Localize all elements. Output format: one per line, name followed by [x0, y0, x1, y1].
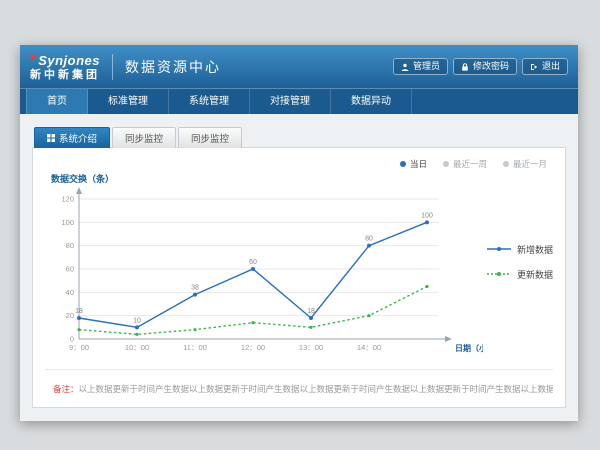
svg-text:120: 120 [61, 195, 74, 204]
nav-item-home[interactable]: 首页 [26, 89, 88, 114]
line-chart: 0204060801001209：0010：0011：0012：0013：001… [45, 185, 483, 365]
new-data-label: 新增数据 [517, 243, 553, 256]
svg-text:18: 18 [307, 308, 315, 315]
svg-text:100: 100 [61, 218, 74, 227]
series-legend: 新增数据 更新数据 [487, 243, 553, 281]
legend-filter-month-label: 最近一月 [513, 158, 547, 170]
svg-text:60: 60 [66, 265, 74, 274]
svg-text:日期（小时）: 日期（小时） [455, 343, 483, 353]
tab-sync-monitor-1-label: 同步监控 [125, 131, 163, 145]
tab-bar: 系统介绍 同步监控 同步监控 [34, 127, 566, 148]
nav-item-integration-management[interactable]: 对接管理 [250, 89, 331, 114]
svg-text:18: 18 [75, 308, 83, 315]
svg-text:38: 38 [191, 285, 199, 292]
tab-sync-monitor-1[interactable]: 同步监控 [112, 127, 176, 148]
legend-dot-month [503, 161, 509, 167]
app-title: 数据资源中心 [125, 57, 221, 77]
content-area: 系统介绍 同步监控 同步监控 当日 最近一周 最近一月 数据交换（条） 0204… [20, 114, 578, 408]
svg-text:14：00: 14：00 [357, 343, 381, 352]
tab-sync-monitor-2-label: 同步监控 [191, 131, 229, 145]
footnote-text: 以上数据更新于时间产生数据以上数据更新于时间产生数据以上数据更新于时间产生数据以… [79, 384, 553, 394]
tab-system-intro[interactable]: 系统介绍 [34, 127, 110, 148]
grid-icon [47, 134, 55, 142]
svg-text:60: 60 [249, 259, 257, 266]
series-legend-new-data: 新增数据 [487, 243, 553, 256]
header-actions: 管理员 修改密码 退出 [393, 58, 568, 75]
logout-button[interactable]: 退出 [522, 58, 568, 75]
updated-data-line-sample [487, 270, 511, 280]
admin-button-label: 管理员 [413, 62, 440, 71]
legend-filter[interactable]: 最近一月 [503, 158, 547, 170]
logo: ✱Synjones 新中新集团 [30, 52, 100, 81]
chart-y-axis-title: 数据交换（条） [51, 172, 553, 185]
tab-sync-monitor-2[interactable]: 同步监控 [178, 127, 242, 148]
svg-text:40: 40 [66, 288, 74, 297]
svg-text:10: 10 [133, 317, 141, 324]
header-divider [112, 54, 113, 80]
nav-item-data-changes[interactable]: 数据异动 [331, 89, 412, 114]
lock-icon [461, 63, 469, 71]
updated-data-label: 更新数据 [517, 268, 553, 281]
nav-item-standard-management[interactable]: 标准管理 [88, 89, 169, 114]
change-password-button-label: 修改密码 [473, 62, 509, 71]
chart-row: 0204060801001209：0010：0011：0012：0013：001… [45, 185, 553, 365]
legend-filter-week-label: 最近一周 [453, 158, 487, 170]
new-data-line-sample [487, 245, 511, 255]
legend-dot-week [443, 161, 449, 167]
legend-filter-group: 当日 最近一周 最近一月 [400, 158, 547, 170]
footnote: 备注：以上数据更新于时间产生数据以上数据更新于时间产生数据以上数据更新于时间产生… [45, 369, 553, 407]
series-legend-updated-data: 更新数据 [487, 268, 553, 281]
user-icon [401, 63, 409, 71]
footnote-label: 备注： [53, 384, 79, 394]
logout-icon [530, 63, 538, 71]
svg-text:20: 20 [66, 311, 74, 320]
legend-filter[interactable]: 最近一周 [443, 158, 487, 170]
app-window: ✱Synjones 新中新集团 数据资源中心 管理员 修改密码 [20, 45, 578, 421]
chart-panel: 当日 最近一周 最近一月 数据交换（条） 0204060801001209：00… [32, 147, 566, 408]
legend-filter[interactable]: 当日 [400, 158, 427, 170]
svg-text:80: 80 [365, 236, 373, 243]
svg-text:10：00: 10：00 [125, 343, 149, 352]
svg-text:13：00: 13：00 [299, 343, 323, 352]
change-password-button[interactable]: 修改密码 [453, 58, 517, 75]
svg-text:12：00: 12：00 [241, 343, 265, 352]
company-name: 新中新集团 [30, 70, 100, 81]
legend-dot-today [400, 161, 406, 167]
admin-button[interactable]: 管理员 [393, 58, 448, 75]
tab-system-intro-label: 系统介绍 [59, 131, 97, 145]
svg-text:9：00: 9：00 [69, 343, 89, 352]
svg-text:100: 100 [421, 212, 433, 219]
main-nav: 首页 标准管理 系统管理 对接管理 数据异动 [20, 88, 578, 114]
svg-text:11：00: 11：00 [183, 343, 207, 352]
nav-item-system-management[interactable]: 系统管理 [169, 89, 250, 114]
legend-filter-today-label: 当日 [410, 158, 427, 170]
svg-text:80: 80 [66, 241, 74, 250]
brand-star-icon: ✱ [30, 53, 37, 62]
brand-name: ✱Synjones [30, 54, 100, 67]
app-header: ✱Synjones 新中新集团 数据资源中心 管理员 修改密码 [20, 45, 578, 88]
logout-button-label: 退出 [542, 62, 560, 71]
